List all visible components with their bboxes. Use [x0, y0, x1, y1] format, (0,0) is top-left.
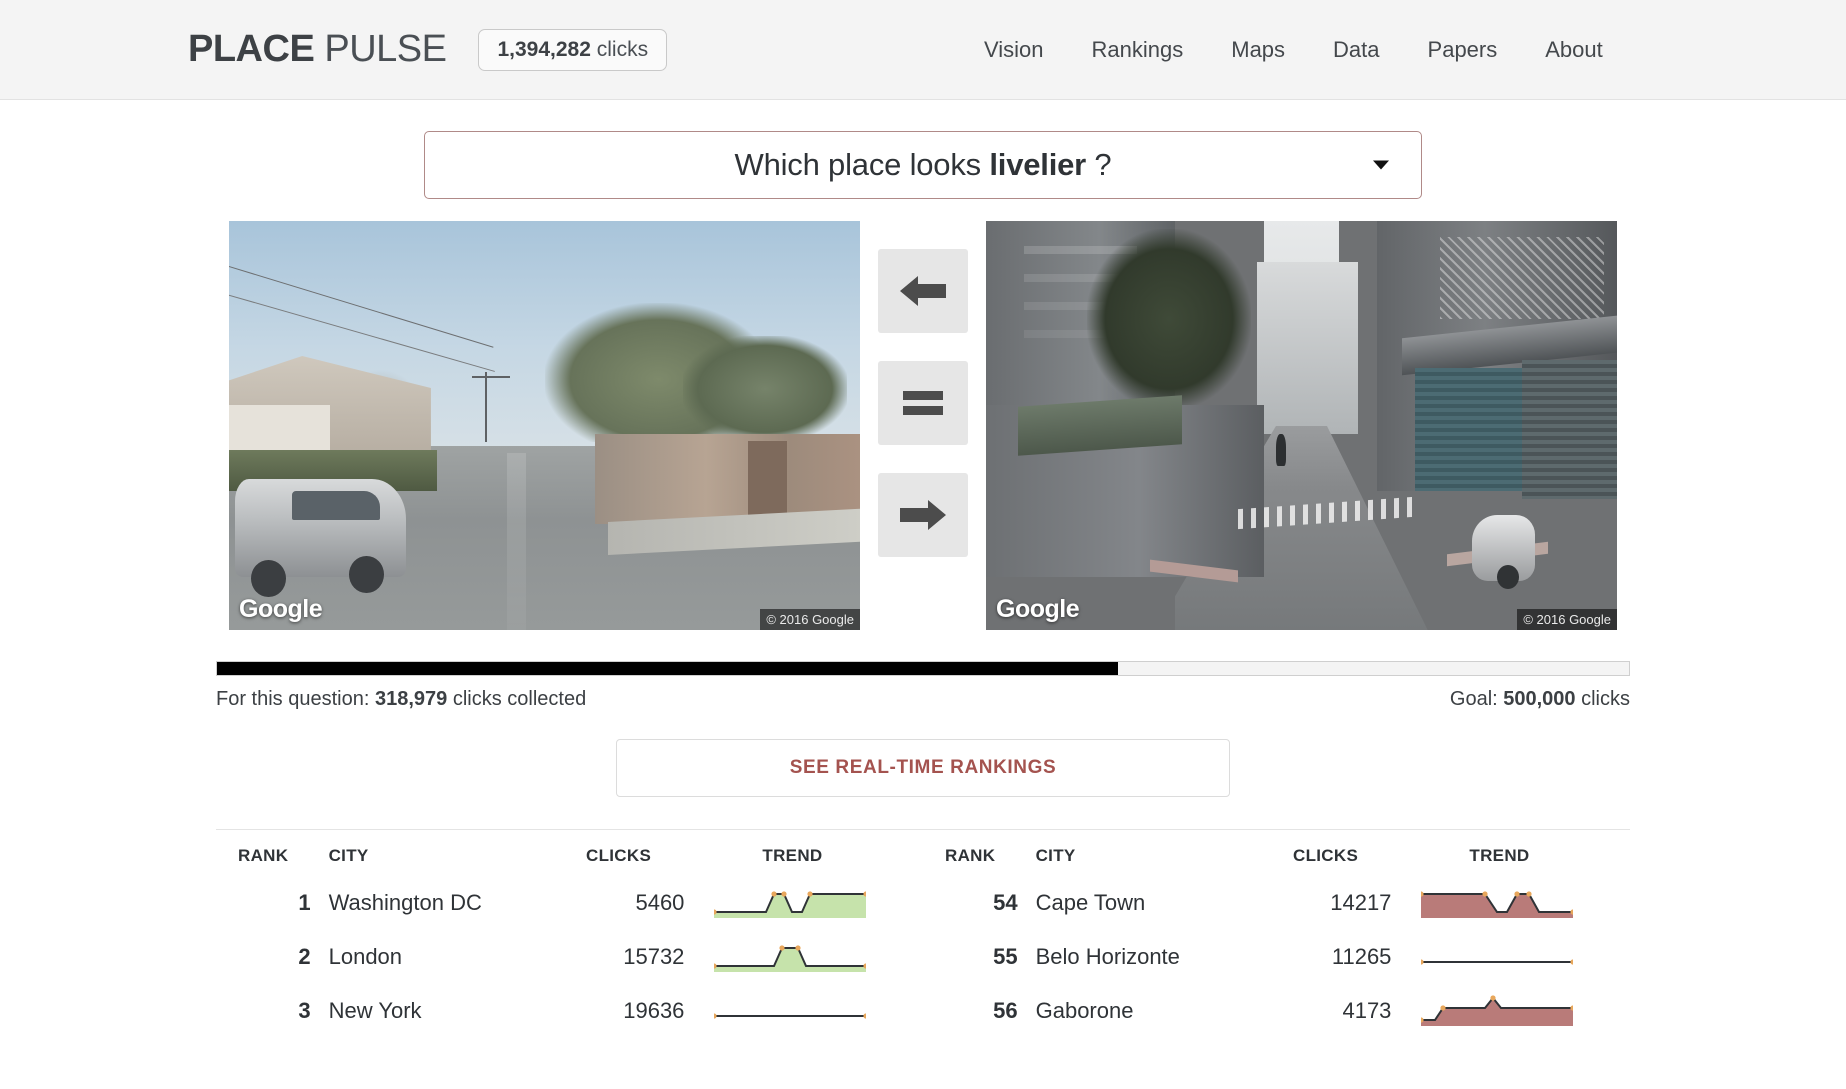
nav-item-data[interactable]: Data — [1309, 37, 1403, 63]
choose-equal-button[interactable] — [878, 361, 968, 445]
cell-clicks: 15732 — [623, 944, 685, 969]
cell-clicks: 11265 — [1331, 944, 1392, 969]
left-street-image[interactable]: Google © 2016 Google — [229, 221, 860, 630]
cell-rank: 56 — [993, 998, 1018, 1023]
collected-prefix: For this question: — [216, 688, 375, 710]
goal-prefix: Goal: — [1449, 688, 1504, 710]
question-text: Which place looks livelier ? — [735, 147, 1112, 183]
nav-item-papers[interactable]: Papers — [1404, 37, 1522, 63]
progress-bar — [216, 661, 1630, 676]
cell-city: Cape Town — [1035, 890, 1146, 915]
table-row[interactable]: 55 Belo Horizonte 11265 — [923, 930, 1630, 984]
copyright-label: © 2016 Google — [1517, 609, 1617, 630]
column-header-city: CITY — [328, 846, 369, 865]
table-row[interactable]: 1 Washington DC 5460 — [216, 876, 923, 930]
arrow-right-icon — [900, 496, 946, 534]
cell-city: Washington DC — [328, 890, 482, 915]
cell-rank: 54 — [993, 890, 1018, 915]
cell-clicks: 14217 — [1330, 890, 1392, 915]
progress-labels: For this question: 318,979 clicks collec… — [216, 688, 1630, 711]
choose-left-button[interactable] — [878, 249, 968, 333]
cell-clicks: 5460 — [635, 890, 685, 915]
table-row[interactable]: 56 Gaborone 4173 — [923, 984, 1630, 1038]
cell-trend-sparkline — [1421, 930, 1630, 984]
cell-trend-sparkline — [1421, 876, 1630, 930]
goal-suffix: clicks — [1575, 688, 1630, 710]
column-header-clicks: CLICKS — [1293, 846, 1359, 865]
choice-buttons — [878, 221, 968, 557]
cell-rank: 1 — [298, 890, 311, 915]
arrow-left-icon — [900, 272, 946, 310]
nav-item-vision[interactable]: Vision — [960, 37, 1068, 63]
cell-city: Belo Horizonte — [1035, 944, 1180, 969]
table-row[interactable]: 54 Cape Town 14217 — [923, 876, 1630, 930]
question-dropdown[interactable]: Which place looks livelier ? — [424, 131, 1422, 199]
top-rankings-table: RANK CITY CLICKS TREND 1 Washington DC 5… — [216, 840, 923, 1038]
cell-city: London — [328, 944, 403, 969]
nav-item-about[interactable]: About — [1521, 37, 1627, 63]
column-header-rank: RANK — [945, 846, 996, 865]
nav-item-maps[interactable]: Maps — [1207, 37, 1309, 63]
total-clicks-badge: 1,394,282 clicks — [478, 28, 668, 71]
column-header-city: CITY — [1035, 846, 1076, 865]
cell-clicks: 4173 — [1342, 998, 1392, 1023]
cell-trend-sparkline — [1421, 984, 1630, 1038]
table-row[interactable]: 2 London 15732 — [216, 930, 923, 984]
progress-bar-fill — [217, 662, 1118, 675]
equals-icon — [903, 389, 943, 417]
cell-trend-sparkline — [714, 984, 923, 1038]
total-clicks-value: 1,394,282 — [497, 37, 591, 61]
progress-section: For this question: 318,979 clicks collec… — [216, 661, 1630, 711]
nav-item-rankings[interactable]: Rankings — [1068, 37, 1208, 63]
chevron-down-icon[interactable] — [1373, 160, 1389, 170]
goal-value: 500,000 — [1503, 688, 1576, 710]
collected-suffix: clicks collected — [447, 688, 587, 710]
column-header-clicks: CLICKS — [586, 846, 652, 865]
bottom-rankings-table: RANK CITY CLICKS TREND 54 Cape Town 1421… — [923, 840, 1630, 1038]
choose-right-button[interactable] — [878, 473, 968, 557]
cell-rank: 3 — [298, 998, 311, 1023]
site-header: PLACE PULSE 1,394,282 clicks Vision Rank… — [0, 0, 1846, 100]
cell-trend-sparkline — [714, 876, 923, 930]
collected-value: 318,979 — [374, 688, 448, 710]
rankings-tables: RANK CITY CLICKS TREND 1 Washington DC 5… — [216, 829, 1630, 1038]
cell-city: New York — [328, 998, 422, 1023]
brand-word-pulse: PULSE — [314, 28, 447, 70]
column-header-trend: TREND — [762, 846, 823, 865]
collected-clicks-text: For this question: 318,979 clicks collec… — [216, 688, 586, 711]
goal-clicks-text: Goal: 500,000 clicks — [1450, 688, 1630, 711]
table-header-row: RANK CITY CLICKS TREND — [216, 840, 923, 876]
main-navigation: Vision Rankings Maps Data Papers About — [960, 0, 1627, 100]
column-header-trend: TREND — [1469, 846, 1530, 865]
question-suffix: ? — [1086, 147, 1112, 182]
cell-trend-sparkline — [714, 930, 923, 984]
google-watermark: Google — [239, 595, 323, 623]
see-realtime-rankings-button[interactable]: SEE REAL-TIME RANKINGS — [616, 739, 1230, 797]
cell-clicks: 19636 — [623, 998, 685, 1023]
right-street-image[interactable]: Google © 2016 Google — [986, 221, 1617, 630]
table-header-row: RANK CITY CLICKS TREND — [923, 840, 1630, 876]
cell-rank: 2 — [298, 944, 311, 969]
rankings-cta-section: SEE REAL-TIME RANKINGS — [0, 739, 1846, 797]
question-prefix: Which place looks — [734, 147, 990, 182]
column-header-rank: RANK — [238, 846, 289, 865]
question-section: Which place looks livelier ? — [0, 131, 1846, 199]
total-clicks-label: clicks — [590, 37, 649, 61]
table-row[interactable]: 3 New York 19636 — [216, 984, 923, 1038]
cell-city: Gaborone — [1035, 998, 1134, 1023]
brand-word-place: PLACE — [188, 28, 315, 70]
brand-logo[interactable]: PLACE PULSE — [188, 28, 447, 71]
google-watermark: Google — [996, 595, 1080, 623]
copyright-label: © 2016 Google — [760, 609, 860, 630]
question-attribute: livelier — [989, 147, 1087, 182]
cell-rank: 55 — [993, 944, 1018, 969]
image-comparison: Google © 2016 Google Google © 2016 Googl… — [0, 221, 1846, 630]
